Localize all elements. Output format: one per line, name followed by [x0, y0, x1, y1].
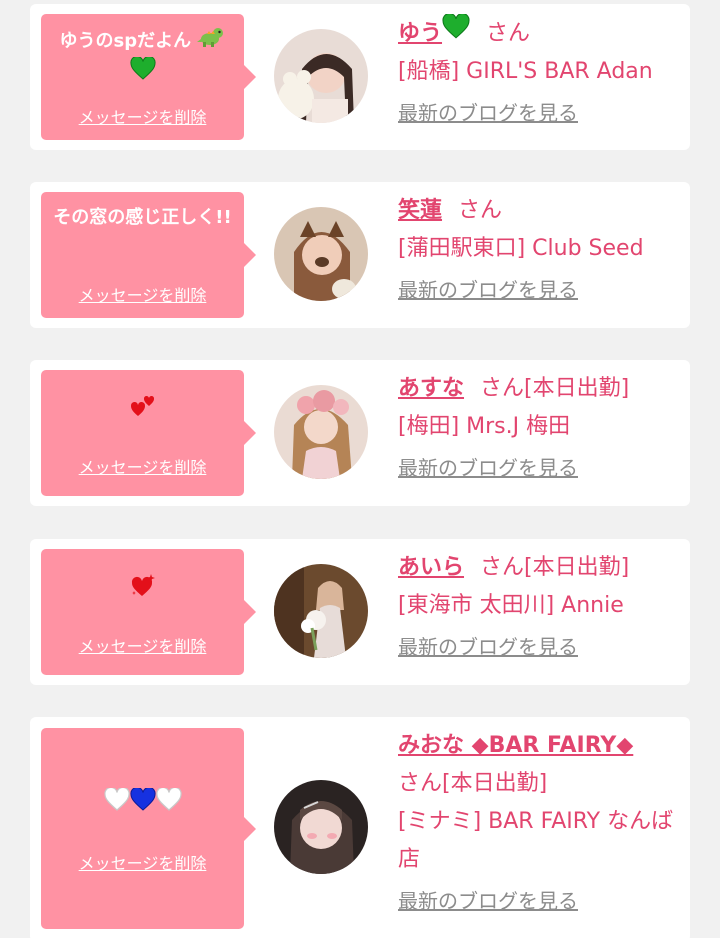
dino-icon [197, 26, 225, 57]
status-tag: [本日出勤] [524, 555, 630, 580]
bubble-message: その窓の感じ正しく!! [53, 207, 232, 228]
avatar[interactable] [274, 29, 368, 123]
status-tag: [本日出勤] [442, 771, 548, 796]
delete-message-link[interactable]: メッセージを削除 [41, 850, 244, 874]
cast-name-link[interactable]: あいら [398, 555, 464, 580]
profile-info: 笑蓮 さん [蒲田駅東口] Club Seed 最新のブログを見る [398, 192, 682, 303]
sparkling-heart-icon [130, 573, 156, 608]
name-line: みおな ◆BAR FAIRY◆ さん[本日出勤] [398, 727, 682, 803]
message-bubble: ゆうのspだよん メッセージを削除 [41, 14, 256, 140]
bubble-message: ゆうのspだよん [49, 26, 236, 90]
message-bubble: メッセージを削除 [41, 549, 256, 675]
message-card: その窓の感じ正しく!! メッセージを削除 笑蓮 さん [蒲田駅東口] Club S… [30, 182, 690, 328]
message-bubble: メッセージを削除 [41, 728, 256, 929]
green-heart-icon [129, 55, 156, 90]
cast-name: ゆう [398, 20, 443, 46]
honorific: さん [480, 555, 525, 580]
two-red-hearts-icon [130, 394, 156, 427]
latest-blog-link[interactable]: 最新のブログを見る [398, 101, 578, 125]
avatar[interactable] [274, 564, 368, 658]
message-card: メッセージを削除 みおな ◆BAR FAIRY◆ さん[本日出勤] [ミナミ] B… [30, 717, 690, 938]
bubble-message [49, 573, 236, 608]
shop-name: [東海市 太田川] Annie [398, 593, 624, 618]
latest-blog-link[interactable]: 最新のブログを見る [398, 456, 578, 480]
delete-message-link[interactable]: メッセージを削除 [41, 633, 244, 657]
shop-name: [梅田] Mrs.J 梅田 [398, 414, 571, 439]
latest-blog-link[interactable]: 最新のブログを見る [398, 635, 578, 659]
name-line: ゆう さん [398, 12, 682, 53]
message-list: ゆうのspだよん メッセージを削除 ゆう さん [船橋] GIRL'S BAR … [0, 0, 720, 938]
message-bubble: その窓の感じ正しく!! メッセージを削除 [41, 192, 256, 318]
white-heart-icon [103, 786, 130, 821]
honorific: さん [398, 771, 443, 796]
latest-blog-link[interactable]: 最新のブログを見る [398, 889, 578, 913]
message-card: メッセージを削除 あいら さん[本日出勤] [東海市 太田川] Annie 最新の… [30, 539, 690, 685]
latest-blog-link[interactable]: 最新のブログを見る [398, 278, 578, 302]
profile-info: ゆう さん [船橋] GIRL'S BAR Adan 最新のブログを見る [398, 12, 682, 126]
avatar[interactable] [274, 780, 368, 874]
bubble-message-text: ゆうのspだよん [59, 30, 192, 52]
honorific: さん [480, 376, 525, 401]
honorific: さん [486, 20, 531, 46]
green-heart-icon [442, 12, 470, 53]
bubble-message [49, 394, 236, 427]
profile-info: あいら さん[本日出勤] [東海市 太田川] Annie 最新のブログを見る [398, 549, 682, 660]
message-card: メッセージを削除 あすな さん[本日出勤] [梅田] Mrs.J 梅田 最新のブロ… [30, 360, 690, 506]
cast-name-link[interactable]: みおな ◆BAR FAIRY◆ [398, 733, 633, 758]
shop-name: [蒲田駅東口] Club Seed [398, 236, 644, 261]
cast-name-link[interactable]: ゆう [398, 12, 470, 46]
name-line: あすな さん[本日出勤] [398, 370, 682, 408]
bubble-message [49, 786, 236, 821]
avatar[interactable] [274, 385, 368, 479]
profile-info: みおな ◆BAR FAIRY◆ さん[本日出勤] [ミナミ] BAR FAIRY … [398, 727, 682, 914]
delete-message-link[interactable]: メッセージを削除 [41, 104, 244, 128]
message-card: ゆうのspだよん メッセージを削除 ゆう さん [船橋] GIRL'S BAR … [30, 4, 690, 150]
avatar[interactable] [274, 207, 368, 301]
cast-name-link[interactable]: あすな [398, 376, 464, 401]
status-tag: [本日出勤] [524, 376, 630, 401]
cast-name-link[interactable]: 笑蓮 [398, 198, 442, 223]
name-line: 笑蓮 さん [398, 192, 682, 230]
honorific: さん [458, 198, 503, 223]
white-heart-icon [155, 786, 182, 821]
blue-heart-icon [129, 786, 156, 821]
shop-name: [船橋] GIRL'S BAR Adan [398, 59, 653, 84]
message-bubble: メッセージを削除 [41, 370, 256, 496]
profile-info: あすな さん[本日出勤] [梅田] Mrs.J 梅田 最新のブログを見る [398, 370, 682, 481]
delete-message-link[interactable]: メッセージを削除 [41, 454, 244, 478]
name-line: あいら さん[本日出勤] [398, 549, 682, 587]
shop-name: [ミナミ] BAR FAIRY なんば店 [398, 809, 674, 872]
delete-message-link[interactable]: メッセージを削除 [41, 282, 244, 306]
